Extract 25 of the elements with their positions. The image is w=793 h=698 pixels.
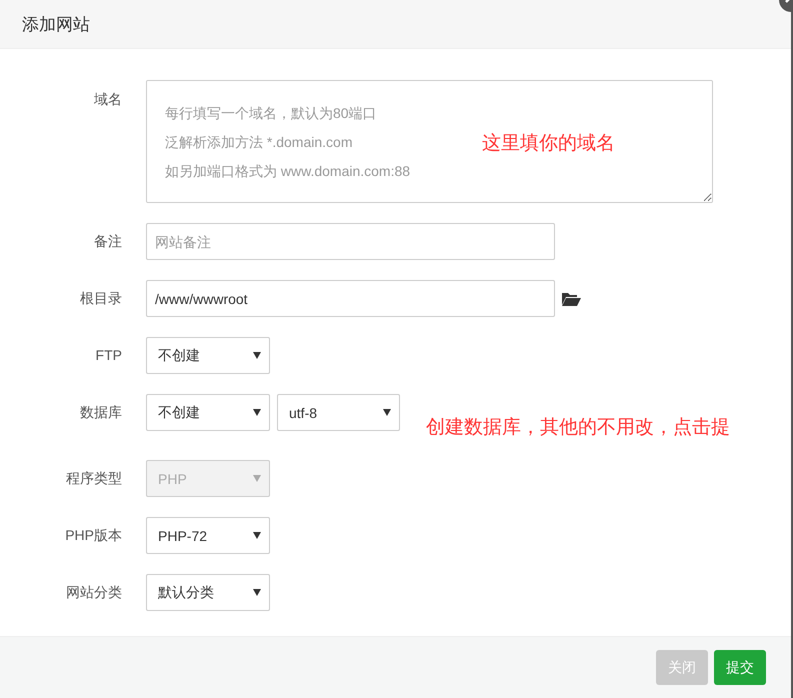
caret-icon bbox=[253, 589, 261, 596]
caret-icon bbox=[253, 532, 261, 539]
annotation-text: 这里填你的域名 bbox=[482, 132, 615, 156]
field-label: 数据库 bbox=[79, 403, 122, 422]
select-dropdown[interactable]: 默认分类 bbox=[146, 574, 270, 611]
caret-icon bbox=[383, 409, 391, 416]
field-label: PHP版本 bbox=[64, 526, 122, 545]
field-label: FTP bbox=[94, 346, 122, 365]
caret-icon bbox=[253, 409, 261, 416]
field-label: 根目录 bbox=[79, 289, 122, 308]
note-input[interactable]: 网站备注 bbox=[146, 223, 555, 260]
caret-icon bbox=[253, 352, 261, 359]
annotation-text: 创建数据库，其他的不用改，点击提 bbox=[426, 416, 730, 440]
caret-icon bbox=[253, 475, 261, 482]
select-dropdown[interactable]: PHP-72 bbox=[146, 517, 270, 554]
folder-icon[interactable] bbox=[561, 291, 581, 307]
field-label: 程序类型 bbox=[65, 469, 122, 488]
select-dropdown[interactable]: 不创建 bbox=[146, 337, 270, 374]
select-dropdown[interactable]: 不创建 bbox=[146, 394, 270, 431]
field-label: 网站分类 bbox=[65, 583, 122, 602]
dialog-title: 添加网站 bbox=[22, 14, 90, 36]
field-label: 备注 bbox=[93, 232, 122, 251]
path-input[interactable]: /www/wwwroot bbox=[146, 280, 555, 317]
select-dropdown[interactable]: utf-8 bbox=[277, 394, 400, 431]
field-label: 域名 bbox=[93, 90, 122, 109]
